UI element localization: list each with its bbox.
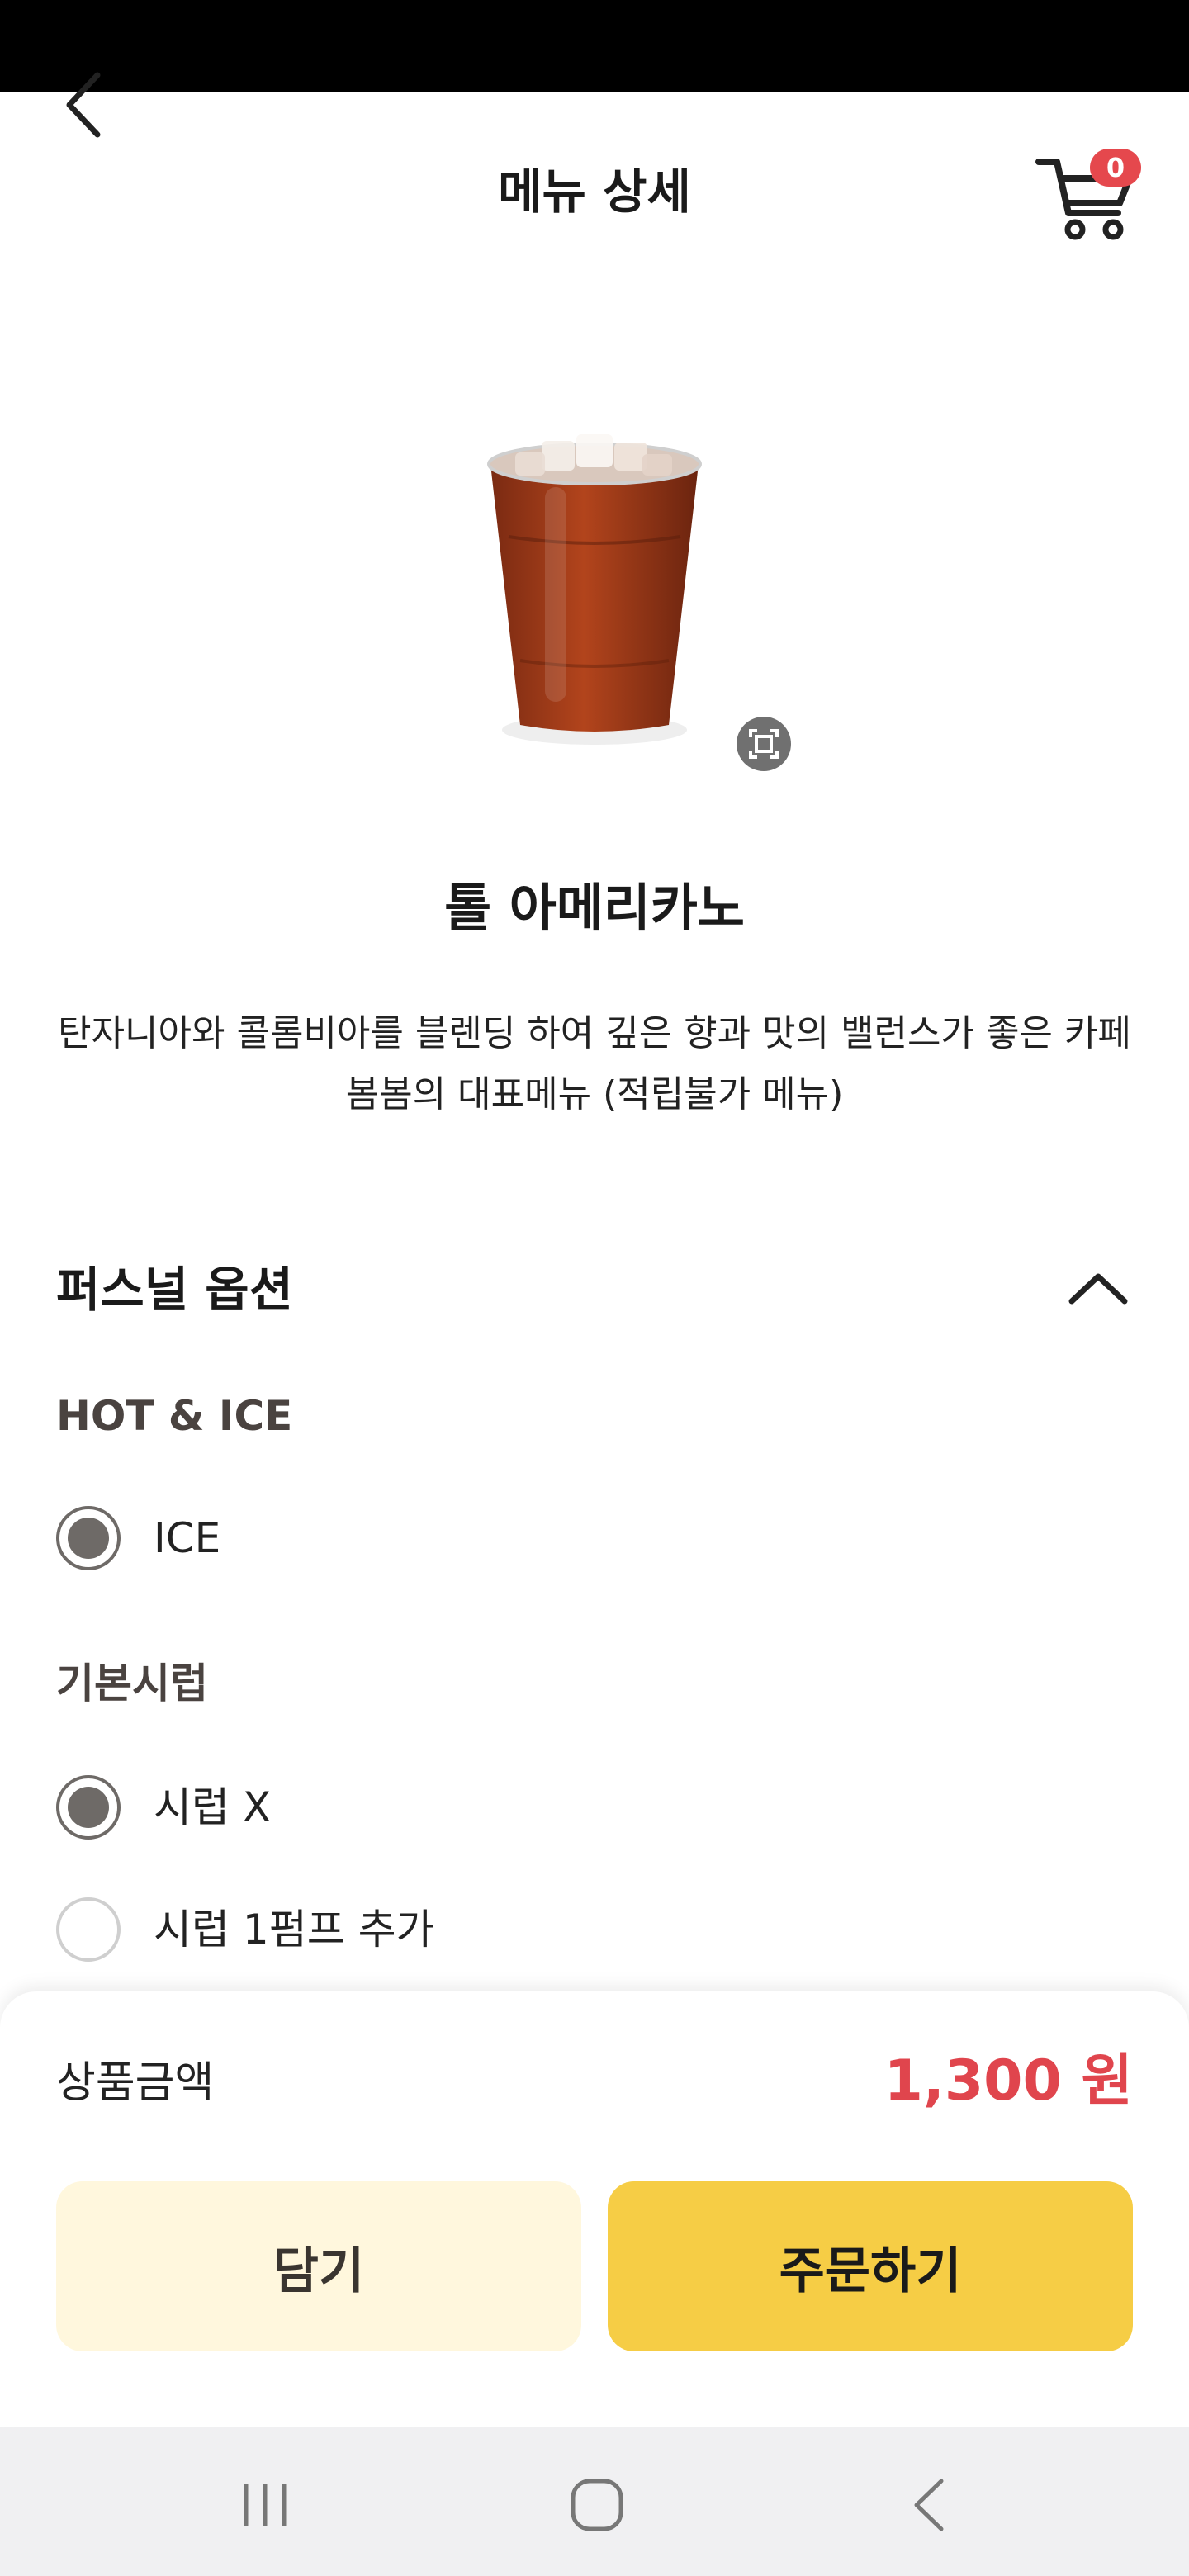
image-zoom-button[interactable] xyxy=(737,717,791,771)
recent-apps-icon xyxy=(244,2484,287,2526)
price-label: 상품금액 xyxy=(56,2058,215,2108)
system-back-button[interactable] xyxy=(883,2469,974,2541)
order-button[interactable]: 주문하기 xyxy=(608,2181,1133,2351)
radio-button[interactable] xyxy=(56,1897,121,1962)
product-image xyxy=(462,413,727,760)
cart-count-badge: 0 xyxy=(1090,149,1141,187)
option-choice-syrup-none[interactable]: 시럽 X xyxy=(56,1770,271,1844)
expand-icon xyxy=(749,729,779,759)
chevron-up-icon xyxy=(1068,1273,1128,1305)
radio-button[interactable] xyxy=(56,1506,121,1570)
add-to-cart-button[interactable]: 담기 xyxy=(56,2181,581,2351)
recent-apps-button[interactable] xyxy=(220,2469,310,2541)
status-bar xyxy=(0,0,1189,92)
collapse-options-button[interactable] xyxy=(1061,1255,1135,1321)
iced-americano-cup xyxy=(487,434,702,745)
option-choice-syrup-1pump[interactable]: 시럽 1펌프 추가 xyxy=(56,1892,434,1967)
option-choice-ice[interactable]: ICE xyxy=(56,1501,220,1575)
personal-options-title: 퍼스널 옵션 xyxy=(56,1262,293,1318)
option-group-title: 기본시럽 xyxy=(56,1660,208,1707)
option-choice-label: ICE xyxy=(154,1514,221,1562)
product-name: 톨 아메리카노 xyxy=(444,878,745,938)
price-value: 1,300 원 xyxy=(883,2048,1133,2114)
option-choice-label: 시럽 1펌프 추가 xyxy=(154,1906,434,1953)
home-button[interactable] xyxy=(552,2469,642,2541)
back-icon xyxy=(914,2479,944,2531)
page-title: 메뉴 상세 xyxy=(498,163,691,220)
menu-detail-screen: 메뉴 상세 0 톨 아메리카노 탄자니아와 콜롬비아를 블렌딩 하여 깊은 향과… xyxy=(0,0,1189,2576)
home-icon xyxy=(571,2479,623,2531)
chevron-left-icon xyxy=(66,72,101,138)
option-choice-label: 시럽 X xyxy=(154,1783,272,1831)
radio-button[interactable] xyxy=(56,1775,121,1840)
back-button[interactable] xyxy=(50,59,116,150)
option-group-title: HOT & ICE xyxy=(56,1392,293,1440)
product-description: 탄자니아와 콜롬비아를 블렌딩 하여 깊은 향과 맛의 밸런스가 좋은 카페봄봄… xyxy=(58,1012,1131,1115)
